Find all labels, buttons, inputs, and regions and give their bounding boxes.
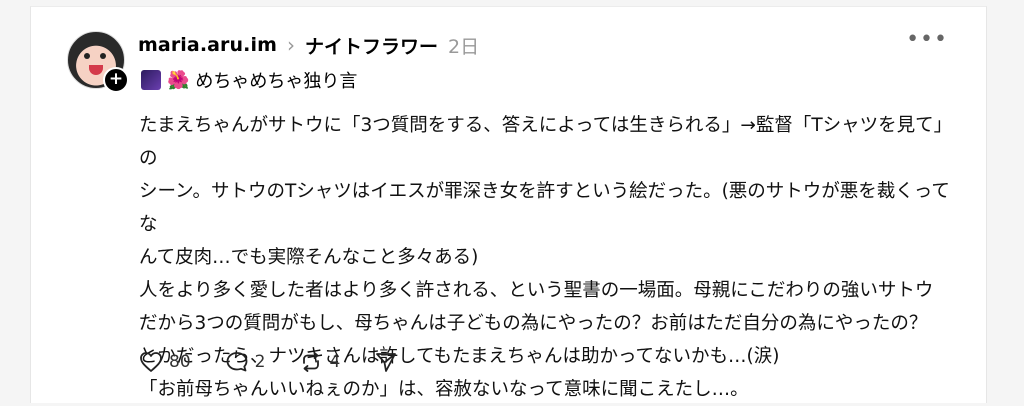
body-line: 人をより多く愛した者はより多く許される、という聖書の一場面。母親にこだわりの強い… xyxy=(139,280,934,301)
flower-icon: 🌺 xyxy=(167,69,190,91)
body-line: んて皮肉…でも実際そんなこと多々ある) xyxy=(139,247,479,268)
heart-icon xyxy=(139,351,163,373)
comment-count: 2 xyxy=(254,352,266,372)
post-time: 2日 xyxy=(448,35,480,58)
avatar[interactable]: + xyxy=(67,31,129,93)
more-icon[interactable]: ••• xyxy=(906,27,948,52)
night-sky-icon xyxy=(141,70,161,90)
share-button[interactable] xyxy=(374,351,398,373)
tag-label: めちゃめちゃ独り言 xyxy=(195,71,358,92)
username[interactable]: maria.aru.im xyxy=(138,34,277,56)
chevron-right-icon: › xyxy=(287,33,295,57)
body-line: シーン。サトウのTシャツはイエスが罪深き女を許すという絵だった。(悪のサトウが悪… xyxy=(139,181,950,235)
plus-icon[interactable]: + xyxy=(103,67,129,93)
like-button[interactable]: 80 xyxy=(139,351,191,373)
body-line: 「お前母ちゃんいいねぇのか」は、容赦ないなって意味に聞こえたし…。 xyxy=(139,379,749,400)
send-icon xyxy=(374,351,398,373)
post-tag[interactable]: 🌺 めちゃめちゃ独り言 xyxy=(141,67,357,93)
post-header: maria.aru.im › ナイトフラワー 2日 xyxy=(138,31,479,59)
community-name[interactable]: ナイトフラワー xyxy=(305,32,438,59)
comment-button[interactable]: 2 xyxy=(225,351,266,373)
action-bar: 80 2 4 xyxy=(139,351,398,373)
repost-icon xyxy=(299,351,323,373)
body-line: たまえちゃんがサトウに「3つ質問をする、答えによっては生きられる」→監督「Tシャ… xyxy=(139,115,953,169)
repost-button[interactable]: 4 xyxy=(299,351,340,373)
post-card: + maria.aru.im › ナイトフラワー 2日 ••• 🌺 めちゃめちゃ… xyxy=(30,6,987,403)
repost-count: 4 xyxy=(329,352,341,372)
like-count: 80 xyxy=(169,352,191,372)
body-line: だから3つの質問がもし、母ちゃんは子どもの為にやったの？お前はただ自分の為にやっ… xyxy=(139,313,928,334)
comment-icon xyxy=(225,351,249,373)
